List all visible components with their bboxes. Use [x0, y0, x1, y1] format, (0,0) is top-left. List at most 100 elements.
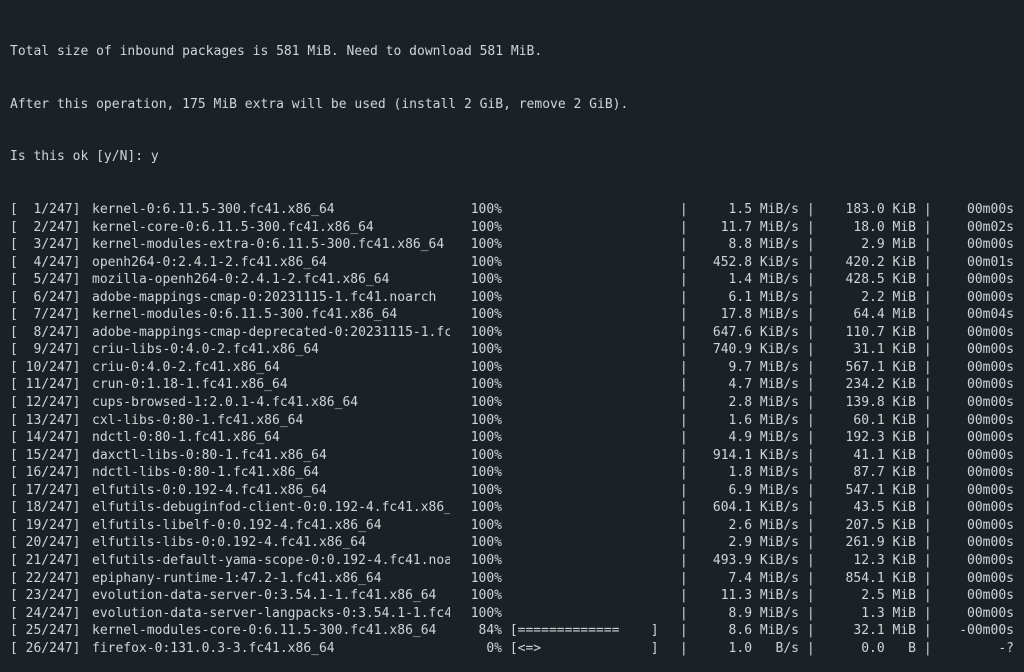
download-row: [ 25/247] kernel-modules-core-0:6.11.5-3…: [10, 622, 1014, 640]
progress-bar: [502, 219, 672, 237]
progress-bar: [502, 552, 672, 570]
separator: |: [799, 482, 821, 500]
percent: 84%: [450, 622, 502, 640]
package-name: kernel-core-0:6.11.5-300.fc41.x86_64: [92, 219, 450, 237]
size: 234.2 KiB: [821, 376, 916, 394]
eta: 00m00s: [938, 412, 1014, 430]
separator: |: [799, 412, 821, 430]
speed: 6.1 MiB/s: [694, 289, 799, 307]
separator: |: [672, 482, 694, 500]
separator: |: [916, 289, 938, 307]
package-name: ndctl-libs-0:80-1.fc41.x86_64: [92, 464, 450, 482]
row-index: [ 20/247]: [10, 534, 92, 552]
size: 60.1 KiB: [821, 412, 916, 430]
separator: |: [916, 219, 938, 237]
separator: |: [916, 341, 938, 359]
progress-bar: [502, 201, 672, 219]
progress-bar: [502, 499, 672, 517]
percent: 100%: [450, 201, 502, 219]
confirm-prompt-line: Is this ok [y/N]: y: [10, 148, 1014, 166]
eta: 00m00s: [938, 376, 1014, 394]
speed: 493.9 KiB/s: [694, 552, 799, 570]
separator: |: [916, 271, 938, 289]
row-index: [ 22/247]: [10, 570, 92, 588]
separator: |: [799, 570, 821, 588]
confirm-answer[interactable]: y: [151, 149, 159, 164]
speed: 2.9 MiB/s: [694, 534, 799, 552]
percent: 100%: [450, 271, 502, 289]
progress-bar: [502, 587, 672, 605]
eta: 00m00s: [938, 201, 1014, 219]
separator: |: [916, 517, 938, 535]
separator: |: [916, 324, 938, 342]
separator: |: [672, 412, 694, 430]
separator: |: [672, 517, 694, 535]
percent: 100%: [450, 394, 502, 412]
size: 192.3 KiB: [821, 429, 916, 447]
separator: |: [799, 464, 821, 482]
row-index: [ 9/247]: [10, 341, 92, 359]
summary-line-1: Total size of inbound packages is 581 Mi…: [10, 43, 1014, 61]
download-rows: [ 1/247] kernel-0:6.11.5-300.fc41.x86_64…: [10, 201, 1014, 657]
eta: 00m01s: [938, 254, 1014, 272]
package-name: kernel-modules-extra-0:6.11.5-300.fc41.x…: [92, 236, 450, 254]
eta: 00m00s: [938, 552, 1014, 570]
separator: |: [916, 499, 938, 517]
size: 87.7 KiB: [821, 464, 916, 482]
separator: |: [799, 552, 821, 570]
size: 854.1 KiB: [821, 570, 916, 588]
separator: |: [672, 534, 694, 552]
speed: 452.8 KiB/s: [694, 254, 799, 272]
separator: |: [916, 412, 938, 430]
speed: 9.7 MiB/s: [694, 359, 799, 377]
download-row: [ 23/247] evolution-data-server-0:3.54.1…: [10, 587, 1014, 605]
size: 207.5 KiB: [821, 517, 916, 535]
download-row: [ 11/247] crun-0:1.18-1.fc41.x86_64100% …: [10, 376, 1014, 394]
size: 41.1 KiB: [821, 447, 916, 465]
separator: |: [916, 376, 938, 394]
confirm-prompt: Is this ok [y/N]:: [10, 149, 151, 164]
package-name: elfutils-libelf-0:0.192-4.fc41.x86_64: [92, 517, 450, 535]
separator: |: [799, 324, 821, 342]
download-row: [ 2/247] kernel-core-0:6.11.5-300.fc41.x…: [10, 219, 1014, 237]
separator: |: [672, 552, 694, 570]
progress-bar: [502, 289, 672, 307]
speed: 1.0 B/s: [694, 640, 799, 658]
eta: 00m00s: [938, 271, 1014, 289]
package-name: daxctl-libs-0:80-1.fc41.x86_64: [92, 447, 450, 465]
package-name: ndctl-0:80-1.fc41.x86_64: [92, 429, 450, 447]
separator: |: [916, 570, 938, 588]
separator: |: [799, 289, 821, 307]
size: 2.5 MiB: [821, 587, 916, 605]
row-index: [ 5/247]: [10, 271, 92, 289]
eta: 00m00s: [938, 289, 1014, 307]
size: 567.1 KiB: [821, 359, 916, 377]
percent: 100%: [450, 534, 502, 552]
progress-bar: [502, 464, 672, 482]
progress-bar: [502, 429, 672, 447]
separator: |: [916, 552, 938, 570]
size: 0.0 B: [821, 640, 916, 658]
download-row: [ 4/247] openh264-0:2.4.1-2.fc41.x86_641…: [10, 254, 1014, 272]
eta: -?: [938, 640, 1014, 658]
separator: |: [799, 587, 821, 605]
download-row: [ 10/247] criu-0:4.0-2.fc41.x86_64100% |…: [10, 359, 1014, 377]
row-index: [ 3/247]: [10, 236, 92, 254]
eta: 00m00s: [938, 587, 1014, 605]
row-index: [ 21/247]: [10, 552, 92, 570]
separator: |: [799, 640, 821, 658]
package-name: kernel-0:6.11.5-300.fc41.x86_64: [92, 201, 450, 219]
separator: |: [916, 622, 938, 640]
size: 547.1 KiB: [821, 482, 916, 500]
separator: |: [672, 587, 694, 605]
row-index: [ 1/247]: [10, 201, 92, 219]
progress-bar: [502, 254, 672, 272]
percent: 100%: [450, 236, 502, 254]
package-name: elfutils-debuginfod-client-0:0.192-4.fc4…: [92, 499, 450, 517]
separator: |: [672, 271, 694, 289]
speed: 6.9 MiB/s: [694, 482, 799, 500]
download-row: [ 16/247] ndctl-libs-0:80-1.fc41.x86_641…: [10, 464, 1014, 482]
speed: 914.1 KiB/s: [694, 447, 799, 465]
separator: |: [916, 359, 938, 377]
speed: 1.6 MiB/s: [694, 412, 799, 430]
